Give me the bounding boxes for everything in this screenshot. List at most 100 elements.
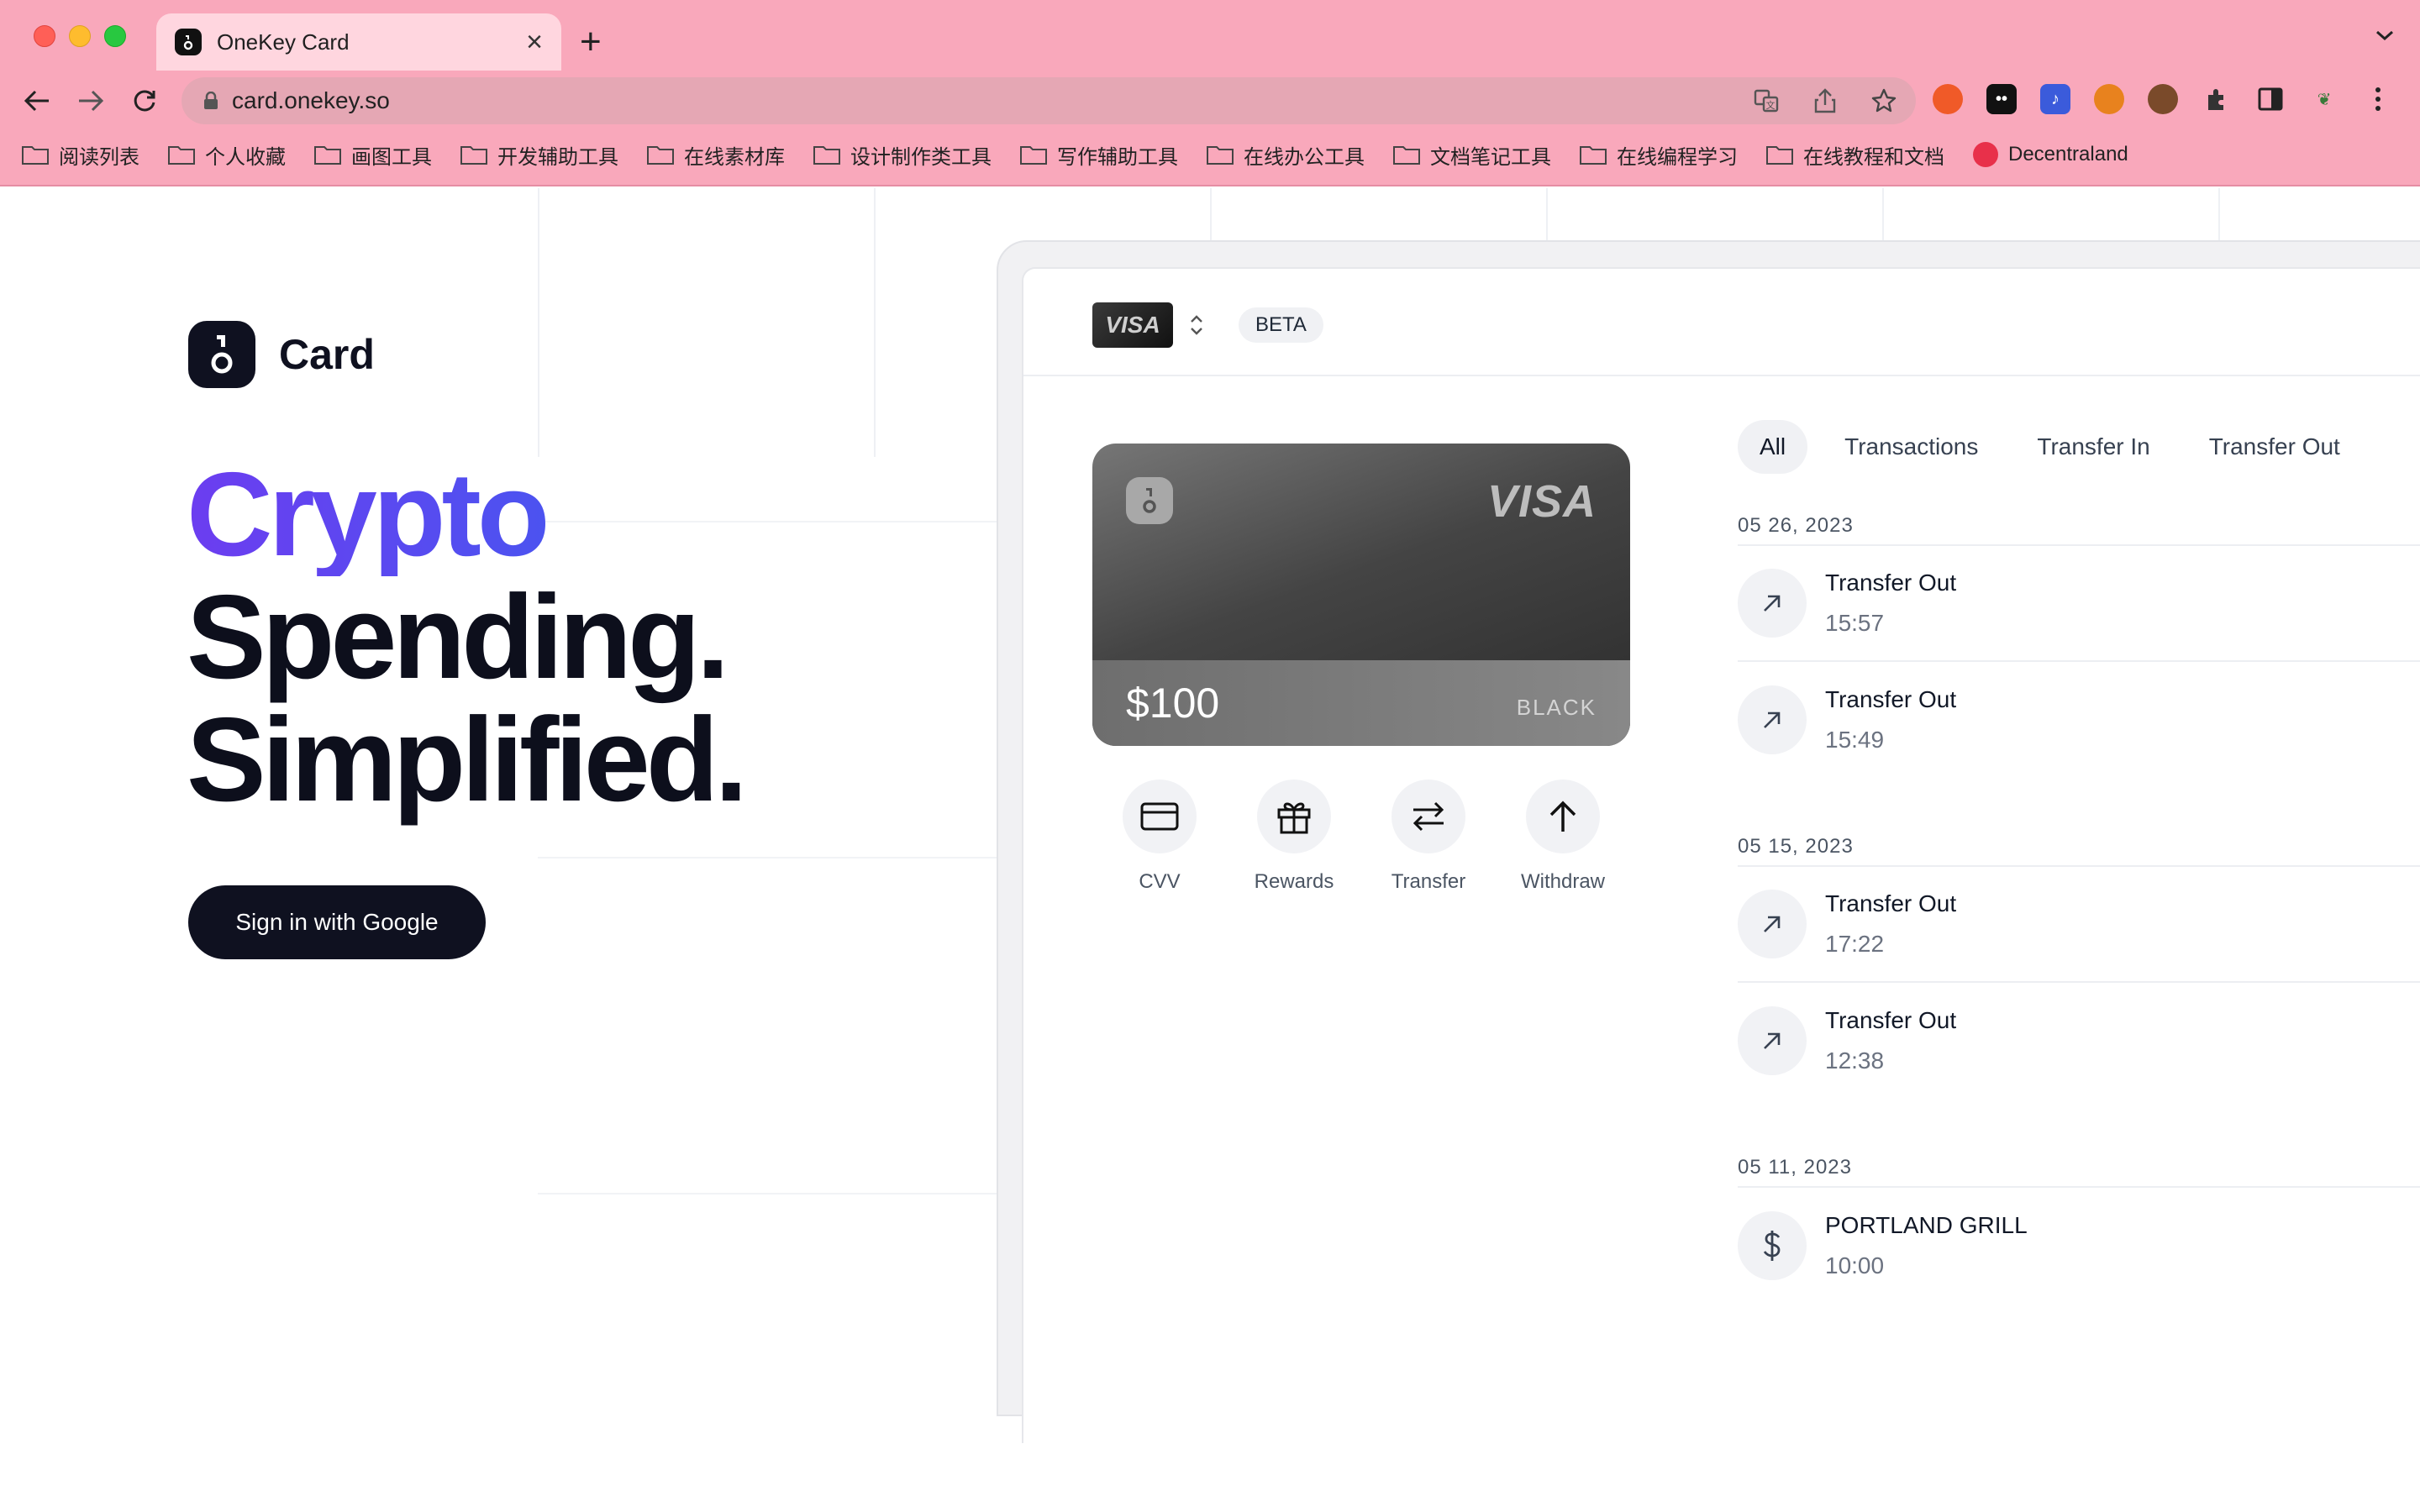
hero-headline: Crypto Spending. Simplified. [187,454,748,827]
back-button[interactable] [20,84,54,118]
grid-line [538,857,1008,858]
bookmark-label: 在线教程和文档 [1803,145,1944,169]
card-selector-brand: VISA [1105,312,1160,338]
onekey-logo-icon [188,321,255,388]
transaction-time: 12:38 [1825,1047,1885,1074]
cvv-action[interactable]: CVV [1092,780,1227,894]
extension-blue-icon[interactable]: ♪ [2040,84,2070,114]
app-header: VISA BETA [1023,269,2420,376]
transaction-title: PORTLAND GRILL [1825,1212,2028,1238]
transaction-list: 05 26, 2023 Transfer Out 15:57 Transfer O… [1738,487,2420,1334]
grid-line [874,188,876,457]
folder-icon [1020,144,1047,165]
transaction-row[interactable]: Transfer Out 12:38 [1738,983,2420,1099]
close-window-button[interactable] [34,25,55,47]
bookmark-folder[interactable]: 写作辅助工具 [1020,140,1178,170]
metamask-fox-icon[interactable] [2094,84,2124,114]
sign-in-google-button[interactable]: Sign in with Google [188,885,486,959]
app-preview: VISA BETA VISA $100 BLACK CVV Rewards Tr… [1022,267,2420,1443]
action-label: Withdraw [1520,870,1606,893]
cookie-icon[interactable] [2148,84,2178,114]
bookmark-label: 在线办公工具 [1244,145,1365,169]
rewards-action[interactable]: Rewards [1227,780,1361,894]
bookmark-folder[interactable]: 在线素材库 [647,140,785,170]
bookmark-star-icon[interactable] [1869,86,1899,116]
chevron-updown-icon[interactable] [1188,312,1205,342]
transaction-row[interactable]: PORTLAND GRILL 10:00 [1738,1188,2420,1304]
bookmark-folder[interactable]: 文档笔记工具 [1393,140,1551,170]
new-tab-button[interactable]: + [580,22,602,62]
transaction-title: Transfer Out [1825,570,1957,596]
transaction-time: 17:22 [1825,931,1885,957]
bookmark-folder[interactable]: 在线编程学习 [1580,140,1738,170]
arrow-up-icon[interactable] [1526,780,1600,853]
filter-tab-transactions[interactable]: Transactions [1823,420,2000,474]
translate-icon[interactable]: 文 [1751,86,1781,116]
bookmark-folder[interactable]: 在线办公工具 [1207,140,1365,170]
card-tier: BLACK [1516,695,1597,720]
bookmark-folder[interactable]: 画图工具 [314,140,432,170]
share-icon[interactable] [1810,86,1840,116]
folder-icon [1207,144,1234,165]
minimize-window-button[interactable] [69,25,91,47]
decentraland-icon [1973,142,1998,167]
maximize-window-button[interactable] [104,25,126,47]
gift-icon[interactable] [1257,780,1331,853]
bookmark-folder[interactable]: 个人收藏 [168,140,286,170]
folder-icon [1393,144,1420,165]
bookmark-label: 开发辅助工具 [497,145,618,169]
tab-close-icon[interactable]: × [526,28,543,56]
transaction-date: 05 11, 2023 [1738,1129,2420,1188]
folder-icon [168,144,195,165]
filter-tab-transfer-out[interactable]: Transfer Out [2187,420,2362,474]
extensions-puzzle-icon[interactable] [2202,84,2232,114]
tab-search-chevron-icon[interactable] [2375,29,2395,46]
bookmark-label: 画图工具 [351,145,432,169]
transaction-group: 05 15, 2023 Transfer Out 17:22 Transfer O… [1738,808,2420,1099]
hero-line-simplified: Simplified. [187,693,748,827]
extension-eyes-icon[interactable]: •• [1986,84,2017,114]
bookmark-folder[interactable]: 阅读列表 [22,140,139,170]
bookmark-folder[interactable]: 开发辅助工具 [460,140,618,170]
card-selector[interactable]: VISA [1092,302,1173,348]
card-actions: CVV Rewards Transfer Withdraw [1092,780,1630,894]
transfer-icon[interactable] [1392,780,1465,853]
virtual-card[interactable]: VISA $100 BLACK [1092,444,1630,746]
transaction-row[interactable]: Transfer Out 17:22 [1738,867,2420,983]
withdraw-action[interactable]: Withdraw [1496,780,1630,894]
browser-menu-icon[interactable] [2363,84,2393,114]
forward-button[interactable] [74,84,108,118]
transaction-title: Transfer Out [1825,890,1957,916]
transaction-date: 05 26, 2023 [1738,487,2420,546]
transaction-time: 10:00 [1825,1252,1885,1278]
bookmark-folder[interactable]: 设计制作类工具 [813,140,992,170]
bookmark-folder[interactable]: 在线教程和文档 [1766,140,1944,170]
url-text[interactable]: card.onekey.so [232,87,390,114]
card-icon[interactable] [1123,780,1197,853]
filter-tab-transfer-in[interactable]: Transfer In [2015,420,2171,474]
lock-icon[interactable] [203,92,218,110]
profile-icon[interactable]: ❦ [2309,84,2339,114]
action-label: Transfer [1391,870,1466,893]
brand: Card [188,321,375,388]
svg-text:文: 文 [1766,99,1776,111]
folder-icon [460,144,487,165]
bookmark-site[interactable]: Decentraland [1973,142,2128,167]
folder-icon [314,144,341,165]
transaction-row[interactable]: Transfer Out 15:57 [1738,546,2420,662]
extension-red-icon[interactable] [1933,84,1963,114]
grid-line [538,188,539,457]
bookmark-label: 写作辅助工具 [1057,145,1178,169]
transaction-group: 05 11, 2023 PORTLAND GRILL 10:00 [1738,1129,2420,1304]
filter-tab-all[interactable]: All [1738,420,1808,474]
address-bar[interactable]: card.onekey.so 文 [182,77,1916,124]
browser-tab[interactable]: OneKey Card × [156,13,561,71]
side-panel-icon[interactable] [2255,84,2286,114]
brand-name: Card [279,331,375,378]
reload-button[interactable] [128,84,161,118]
action-label: CVV [1139,870,1181,893]
transaction-row[interactable]: Transfer Out 15:49 [1738,662,2420,778]
onekey-favicon-icon [175,29,202,55]
transfer-action[interactable]: Transfer [1361,780,1496,894]
bookmark-label: 在线素材库 [684,145,785,169]
